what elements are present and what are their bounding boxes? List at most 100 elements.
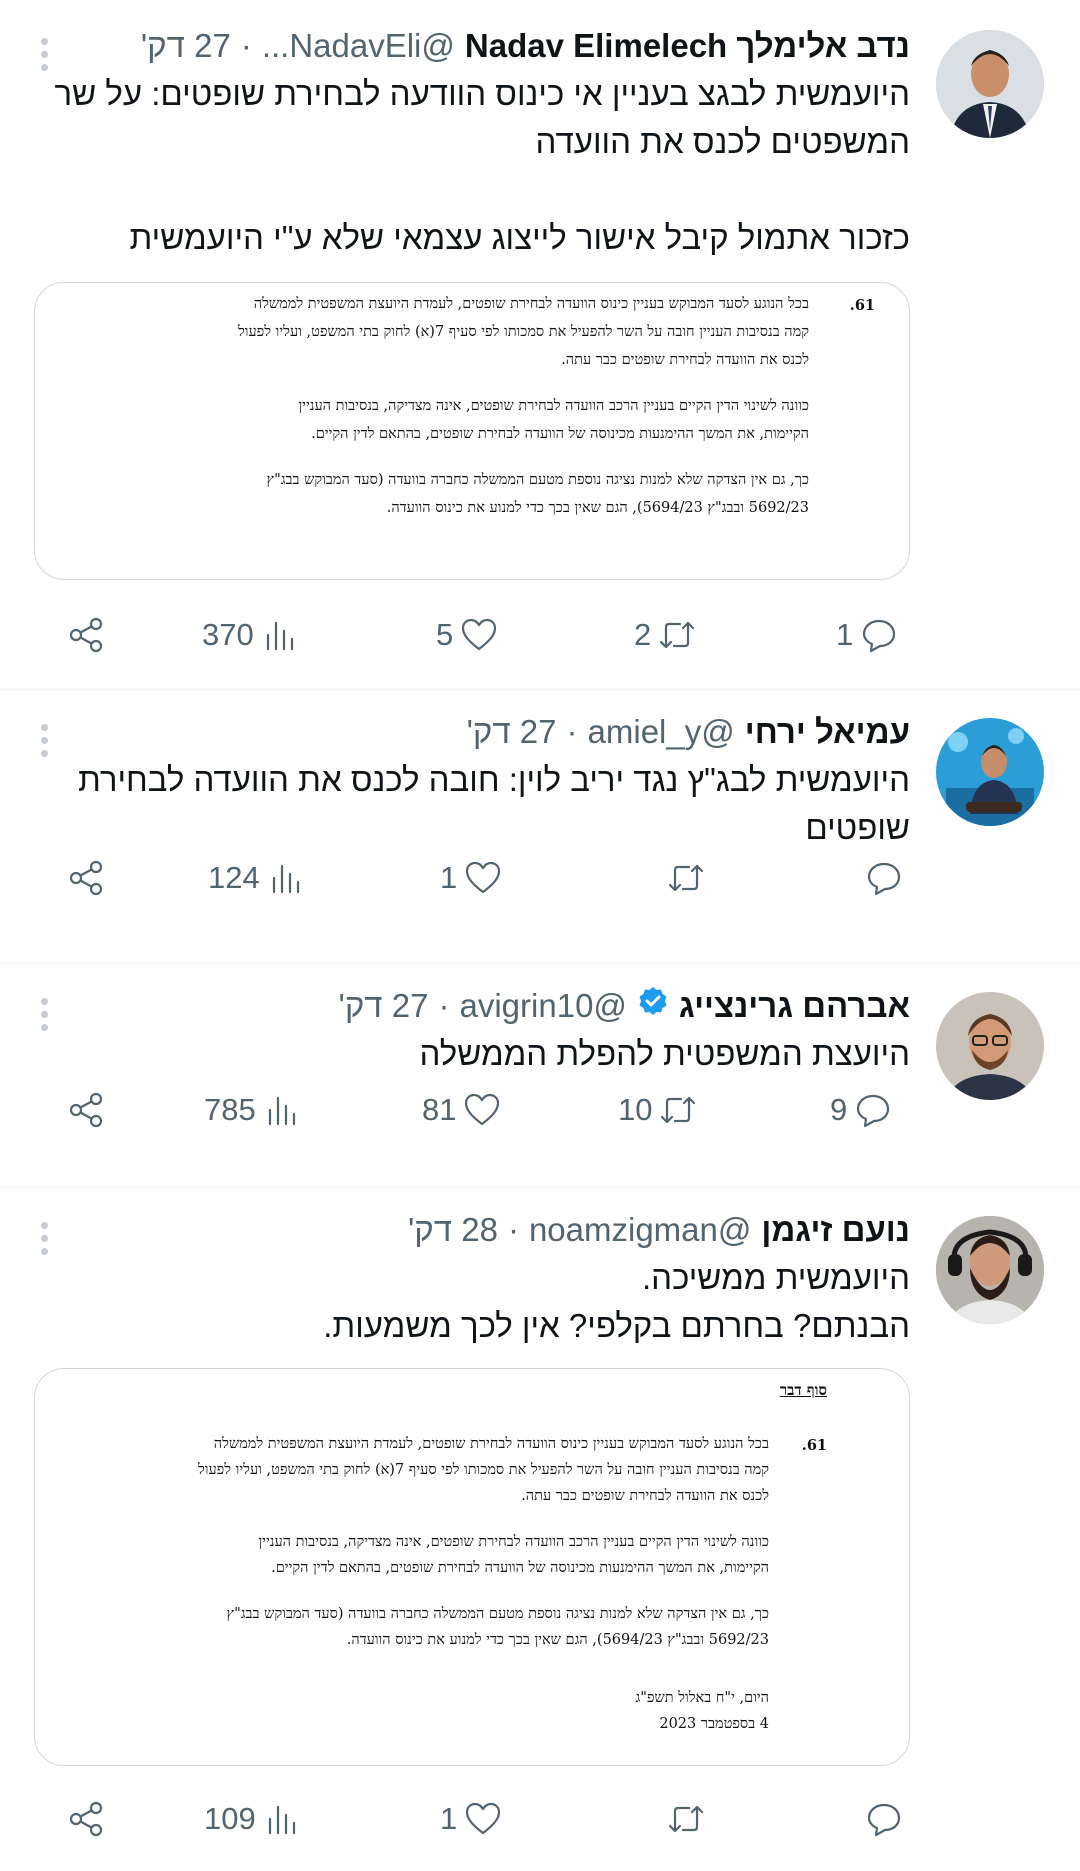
doc-line: בכל הנוגע לסעד המבוקש בעניין כינוס הוועד… (253, 296, 809, 312)
author-name[interactable]: עמיאל ירחי (745, 708, 910, 756)
doc-line: לכנס את הוועדה לבחירת שופטים כבר עתה. (521, 1488, 769, 1504)
tweet-text: היועמשית לבג"ץ נגד יריב לוין: חובה לכנס … (68, 761, 910, 846)
avatar[interactable] (936, 718, 1044, 826)
document-image[interactable]: סוף דבר 61. בכל הנוגע לסעד המבוקש בעניין… (34, 1368, 910, 1766)
share-button[interactable] (66, 1090, 106, 1130)
doc-line: הקיימות, את המשך ההימנעות מכינוסה של הוו… (311, 426, 809, 442)
doc-line: כך, גם אין הצדקה שלא למנות נציגה נוספת מ… (226, 1606, 769, 1622)
reply-button[interactable] (858, 1799, 904, 1839)
retweet-button[interactable]: 10 (618, 1090, 698, 1130)
avatar[interactable] (936, 30, 1044, 138)
author-handle[interactable]: @avigrin10 (460, 982, 627, 1030)
separator-dot: · (507, 1211, 519, 1248)
share-icon (69, 860, 103, 896)
doc-line: כוונה לשינוי הדין הקיים בעניין הרכב הווע… (298, 398, 809, 414)
timestamp[interactable]: 27 דק' (141, 22, 231, 70)
like-button[interactable]: 1 (440, 858, 503, 898)
retweet-button[interactable] (660, 858, 706, 898)
like-count: 1 (440, 860, 458, 895)
tweet-text: היועמשית לבגצ בעניין אי כינוס הוודעה לבח… (54, 75, 911, 256)
timeline-feed: נדב אלימלך Nadav Elimelech @NadavEli... … (0, 0, 1080, 1871)
author-name[interactable]: אברהם גרינצייג (679, 982, 910, 1030)
share-button[interactable] (66, 858, 106, 898)
timestamp[interactable]: 27 דק' (467, 708, 557, 756)
retweet-count: 2 (634, 617, 652, 652)
author-handle[interactable]: @noamzigman (529, 1206, 751, 1254)
tweet-actions: 124 1 (0, 848, 1080, 908)
doc-line: קמה בנסיבות העניין חובה על השר להפעיל את… (197, 1462, 769, 1478)
tweet[interactable]: עמיאל ירחי @amiel_y · 27 דק' היועמשית לב… (0, 690, 1080, 964)
like-count: 5 (436, 617, 454, 652)
doc-line: הקיימות, את המשך ההימנעות מכינוסה של הוו… (271, 1560, 769, 1576)
view-count: 109 (204, 1801, 256, 1836)
tweet-actions: 785 81 10 9 (0, 1080, 1080, 1140)
share-icon (69, 1801, 103, 1837)
retweet-icon (668, 864, 704, 892)
analytics-icon (268, 1805, 295, 1835)
retweet-icon (668, 1805, 704, 1833)
doc-line: כך, גם אין הצדקה שלא למנות נציגה נוספת מ… (266, 472, 809, 488)
doc-line: קמה בנסיבות העניין חובה על השר להפעיל את… (237, 324, 809, 340)
doc-line: בכל הנוגע לסעד המבוקש בעניין כינוס הוועד… (213, 1436, 769, 1452)
doc-heading: סוף דבר (779, 1381, 827, 1399)
doc-date: היום, י"ח באלול תשפ"ג (635, 1690, 769, 1706)
reply-icon (867, 1803, 901, 1837)
doc-date: 4 בספטמבר 2023 (659, 1716, 769, 1732)
tweet[interactable]: נועם זיגמן @noamzigman · 28 דק' היועמשית… (0, 1188, 1080, 1871)
tweet[interactable]: אברהם גרינצייג @avigrin10 · 27 דק' היועצ… (0, 964, 1080, 1188)
doc-line: כוונה לשינוי הדין הקיים בעניין הרכב הווע… (258, 1534, 769, 1550)
like-button[interactable]: 81 (422, 1090, 502, 1130)
views-button[interactable]: 785 (204, 1090, 302, 1130)
timestamp[interactable]: 28 דק' (408, 1206, 498, 1254)
author-handle[interactable]: @amiel_y (588, 708, 735, 756)
like-count: 1 (440, 1801, 458, 1836)
avatar[interactable] (936, 1216, 1044, 1324)
retweet-button[interactable] (660, 1799, 706, 1839)
analytics-icon (272, 864, 299, 894)
tweet-text: היועמשית ממשיכה. הבנתם? בחרתם בקלפי? אין… (323, 1259, 910, 1344)
like-button[interactable]: 5 (436, 615, 499, 655)
reply-button[interactable]: 1 (836, 615, 899, 655)
views-button[interactable]: 370 (202, 615, 300, 655)
views-button[interactable]: 124 (208, 858, 306, 898)
share-button[interactable] (66, 615, 106, 655)
author-name[interactable]: נועם זיגמן (761, 1206, 910, 1254)
doc-line: לכנס את הוועדה לבחירת שופטים כבר עתה. (561, 352, 809, 368)
tweet-header: נדב אלימלך Nadav Elimelech @NadavEli... … (24, 22, 910, 70)
timestamp[interactable]: 27 דק' (339, 982, 429, 1030)
doc-paragraph-number: 61. (801, 1437, 827, 1454)
view-count: 785 (204, 1092, 256, 1127)
doc-line: 5692/23 ובבג"ץ 5694/23), הגם שאין בכך כד… (346, 1632, 769, 1648)
verified-badge-icon[interactable] (637, 985, 669, 1017)
heart-icon (466, 1802, 501, 1835)
reply-button[interactable]: 9 (830, 1090, 893, 1130)
retweet-count: 10 (618, 1092, 653, 1127)
document-image[interactable]: 61. בכל הנוגע לסעד המבוקש בעניין כינוס ה… (34, 282, 910, 580)
reply-button[interactable] (858, 858, 904, 898)
separator-dot: · (566, 713, 578, 750)
author-handle[interactable]: @NadavEli... (262, 22, 455, 70)
like-button[interactable]: 1 (440, 1799, 503, 1839)
tweet-header: עמיאל ירחי @amiel_y · 27 דק' (24, 708, 910, 756)
share-button[interactable] (66, 1799, 106, 1839)
analytics-icon (266, 621, 293, 651)
author-name[interactable]: נדב אלימלך Nadav Elimelech (465, 22, 910, 70)
retweet-icon (661, 1096, 696, 1124)
view-count: 370 (202, 617, 254, 652)
tweet[interactable]: נדב אלימלך Nadav Elimelech @NadavEli... … (0, 0, 1080, 690)
heart-icon (462, 618, 497, 651)
tweet-content: נועם זיגמן @noamzigman · 28 דק' היועמשית… (24, 1206, 910, 1350)
separator-dot: · (438, 987, 450, 1024)
views-button[interactable]: 109 (204, 1799, 302, 1839)
view-count: 124 (208, 860, 260, 895)
reply-icon (857, 1094, 890, 1128)
heart-icon (466, 861, 501, 894)
tweet-content: עמיאל ירחי @amiel_y · 27 דק' היועמשית לב… (24, 708, 910, 852)
tweet-header: אברהם גרינצייג @avigrin10 · 27 דק' (24, 982, 910, 1030)
tweet-header: נועם זיגמן @noamzigman · 28 דק' (24, 1206, 910, 1254)
like-count: 81 (422, 1092, 457, 1127)
tweet-content: נדב אלימלך Nadav Elimelech @NadavEli... … (24, 22, 911, 262)
share-icon (69, 1092, 103, 1128)
analytics-icon (268, 1096, 295, 1126)
retweet-button[interactable]: 2 (634, 615, 697, 655)
